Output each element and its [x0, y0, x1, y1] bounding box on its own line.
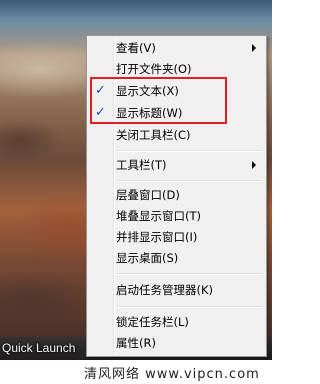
menu-item-toolbars[interactable]: 工具栏(T)	[89, 155, 264, 175]
menu-item-show-desktop[interactable]: 显示桌面(S)	[89, 248, 264, 268]
menu-item-label: 堆叠显示窗口(T)	[116, 209, 201, 223]
menu-item-label: 属性(R)	[116, 336, 156, 350]
menu-item-properties[interactable]: 属性(R)	[89, 333, 264, 353]
menu-item-lock-taskbar[interactable]: 锁定任务栏(L)	[89, 312, 264, 332]
submenu-arrow-icon	[252, 44, 256, 52]
menu-separator	[117, 273, 262, 275]
menu-item-view[interactable]: 查看(V)	[89, 38, 264, 58]
menu-item-side-by-side-windows[interactable]: 并排显示窗口(I)	[89, 227, 264, 247]
menu-item-cascade-windows[interactable]: 层叠窗口(D)	[89, 185, 264, 205]
menu-item-label: 层叠窗口(D)	[116, 188, 180, 202]
menu-item-stack-windows[interactable]: 堆叠显示窗口(T)	[89, 206, 264, 226]
watermark-bar: 清风网络 www.vipcn.com	[0, 360, 272, 384]
menu-item-label: 查看(V)	[116, 41, 156, 55]
menu-item-label: 并排显示窗口(I)	[116, 230, 198, 244]
submenu-arrow-icon	[252, 161, 256, 169]
annotation-highlight-box	[90, 77, 227, 124]
menu-item-label: 显示桌面(S)	[116, 251, 179, 265]
menu-item-label: 锁定任务栏(L)	[116, 315, 189, 329]
menu-item-label: 工具栏(T)	[116, 158, 167, 172]
menu-separator	[117, 180, 262, 182]
menu-item-task-manager[interactable]: 启动任务管理器(K)	[89, 280, 264, 300]
menu-item-label: 打开文件夹(O)	[116, 62, 192, 76]
menu-separator	[117, 150, 262, 152]
menu-separator	[117, 306, 262, 308]
watermark-text: 清风网络 www.vipcn.com	[84, 367, 260, 382]
menu-item-open-folder[interactable]: 打开文件夹(O)	[89, 59, 264, 79]
quick-launch-label[interactable]: Quick Launch	[2, 341, 75, 355]
menu-item-close-toolbar[interactable]: 关闭工具栏(C)	[89, 125, 264, 145]
menu-item-label: 启动任务管理器(K)	[116, 283, 214, 297]
menu-item-label: 关闭工具栏(C)	[116, 128, 191, 142]
